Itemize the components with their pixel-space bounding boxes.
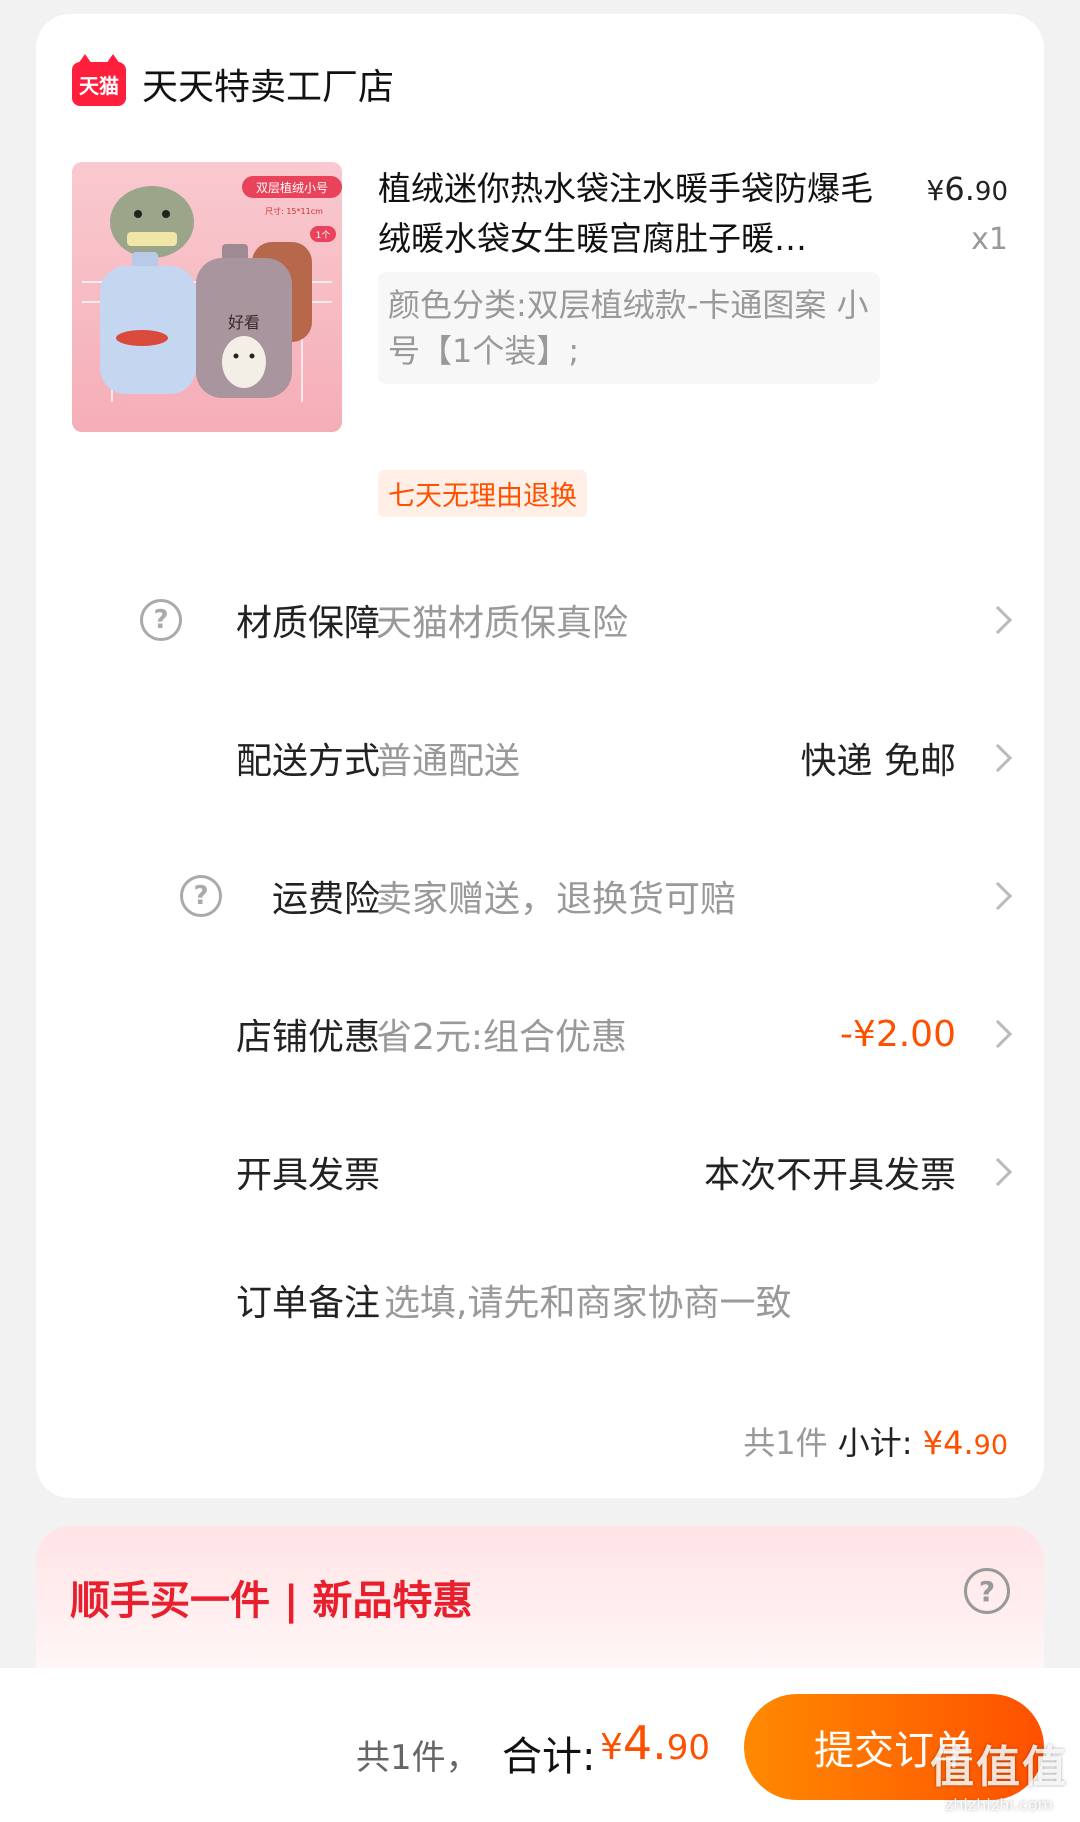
subtotal-dec: 90 bbox=[973, 1430, 1008, 1461]
chevron-right-icon bbox=[983, 605, 1013, 635]
row-label: 配送方式 bbox=[235, 741, 380, 782]
total-label: 合计: bbox=[502, 1734, 596, 1780]
price-dec: 90 bbox=[974, 177, 1008, 207]
help-icon[interactable]: ? bbox=[140, 599, 182, 641]
chevron-right-icon bbox=[983, 743, 1013, 773]
order-card: 天猫 天天特卖工厂店 双层植绒小号 尺寸: 15*11cm 1个 好看 植绒迷你… bbox=[36, 14, 1044, 1498]
subtotal-amount: ¥4.90 bbox=[923, 1424, 1008, 1462]
tmall-logo: 天猫 bbox=[72, 54, 126, 106]
row-label: 店铺优惠 bbox=[235, 1017, 380, 1058]
total-int: 4. bbox=[622, 1716, 667, 1770]
product-title[interactable]: 植绒迷你热水袋注水暖手袋防爆毛绒暖水袋女生暖宫腐肚子暖… bbox=[378, 164, 878, 264]
subtotal-label: 小计: bbox=[837, 1424, 913, 1462]
row-label: 材质保障 bbox=[235, 603, 380, 644]
row-label: 开具发票 bbox=[235, 1155, 380, 1196]
row-label: 订单备注 bbox=[235, 1283, 380, 1324]
promo-title: 顺手买一件 | 新品特惠 bbox=[70, 1578, 473, 1624]
row-right-value: 快递 免邮 bbox=[800, 741, 956, 782]
product-sku[interactable]: 颜色分类:双层植绒款-卡通图案 小号【1个装】; bbox=[378, 272, 880, 384]
product-image[interactable]: 双层植绒小号 尺寸: 15*11cm 1个 好看 bbox=[72, 162, 342, 432]
row-material[interactable]: ? 材质保障 天猫材质保真险 bbox=[36, 580, 1044, 660]
hot-water-bag-image: 双层植绒小号 尺寸: 15*11cm 1个 好看 bbox=[72, 162, 342, 432]
return-policy-tag: 七天无理由退换 bbox=[378, 470, 587, 517]
product-price: ¥6.90 bbox=[927, 170, 1008, 208]
row-delivery[interactable]: 配送方式 普通配送 快递 免邮 bbox=[36, 718, 1044, 798]
image-badge-text: 双层植绒小号 bbox=[256, 180, 328, 195]
product-quantity: x1 bbox=[971, 222, 1008, 257]
row-store-discount[interactable]: 店铺优惠 省2元:组合优惠 -¥2.00 bbox=[36, 994, 1044, 1074]
subtotal-count: 共1件 bbox=[743, 1424, 828, 1462]
image-size-text: 尺寸: 15*11cm bbox=[265, 206, 323, 216]
subtotal-symbol: ¥ bbox=[922, 1424, 944, 1462]
discount-amount: -¥2.00 bbox=[839, 1013, 956, 1055]
total-amount: ¥4.90 bbox=[600, 1716, 710, 1770]
row-shipping-insurance[interactable]: ? 运费险 卖家赠送，退换货可赔 bbox=[36, 856, 1044, 936]
row-value: 普通配送 bbox=[376, 741, 521, 782]
remark-input[interactable]: 选填,请先和商家协商一致 bbox=[384, 1274, 791, 1326]
help-icon[interactable]: ? bbox=[964, 1568, 1010, 1614]
shop-name[interactable]: 天天特卖工厂店 bbox=[142, 58, 394, 110]
subtotal: 共1件 小计: ¥4.90 bbox=[743, 1418, 1008, 1464]
price-symbol: ¥ bbox=[926, 174, 945, 207]
total-dec: 90 bbox=[666, 1728, 711, 1768]
chevron-right-icon bbox=[983, 1019, 1013, 1049]
row-right-value: 本次不开具发票 bbox=[703, 1155, 956, 1196]
bottom-bar: 共1件， 合计: ¥4.90 提交订单 值值值 zhizhizhi.com bbox=[0, 1668, 1080, 1822]
watermark-url: zhizhizhi.com bbox=[944, 1795, 1054, 1814]
price-int: 6. bbox=[944, 170, 975, 208]
image-bag-text: 好看 bbox=[228, 313, 260, 332]
subtotal-int: 4. bbox=[943, 1424, 974, 1462]
row-remark[interactable]: 订单备注 选填,请先和商家协商一致 bbox=[36, 1260, 1044, 1340]
chevron-right-icon bbox=[983, 1157, 1013, 1187]
shop-header[interactable]: 天猫 天天特卖工厂店 bbox=[72, 54, 394, 110]
watermark-logo: 值值值 bbox=[930, 1742, 1068, 1793]
row-value: 天猫材质保真险 bbox=[376, 603, 629, 644]
chevron-right-icon bbox=[983, 881, 1013, 911]
image-count-text: 1个 bbox=[316, 230, 331, 241]
total-symbol: ¥ bbox=[600, 1727, 623, 1768]
row-value: 卖家赠送，退换货可赔 bbox=[376, 879, 737, 920]
row-invoice[interactable]: 开具发票 本次不开具发票 bbox=[36, 1132, 1044, 1212]
row-label: 运费险 bbox=[271, 879, 380, 920]
help-icon[interactable]: ? bbox=[180, 875, 222, 917]
total-count: 共1件， bbox=[356, 1738, 480, 1778]
watermark: 值值值 zhizhizhi.com bbox=[930, 1731, 1068, 1814]
tmall-logo-text: 天猫 bbox=[79, 73, 119, 98]
row-value: 省2元:组合优惠 bbox=[376, 1017, 628, 1058]
